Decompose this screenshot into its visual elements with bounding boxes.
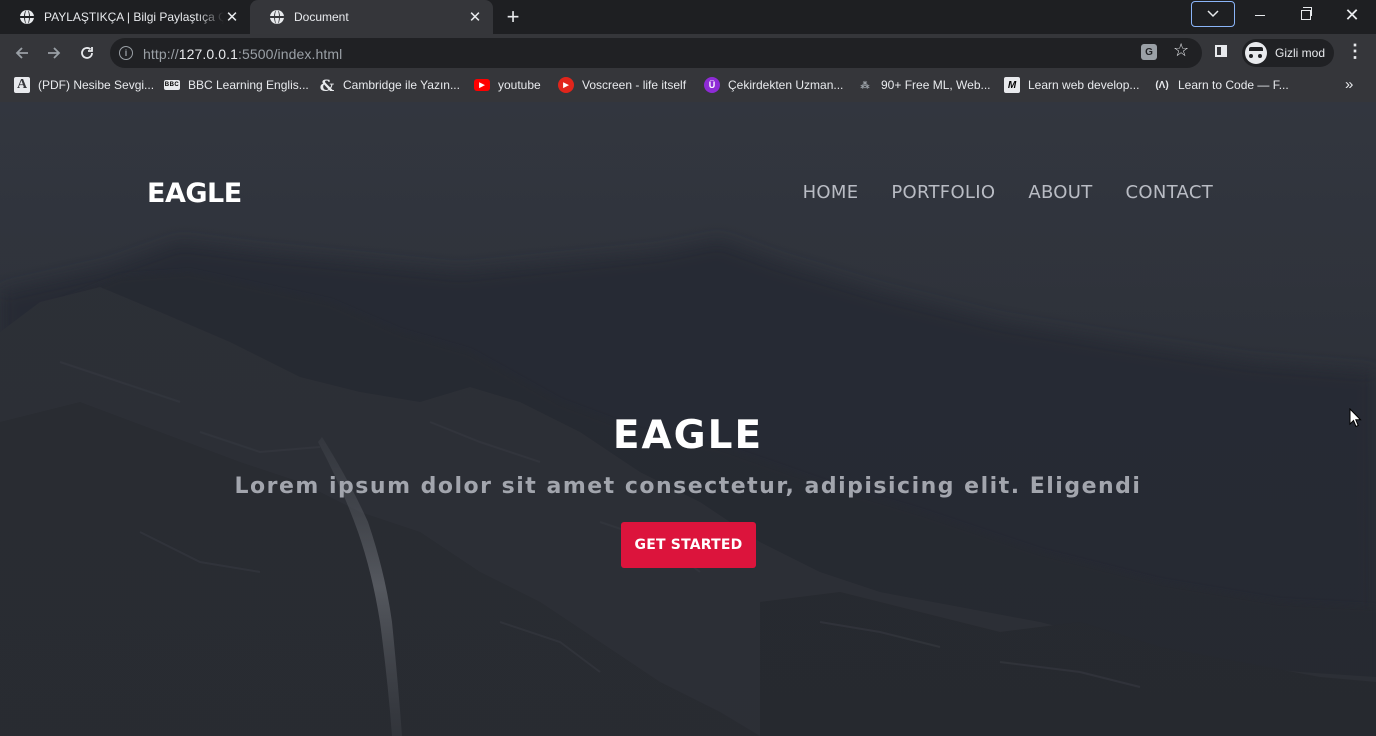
bookmark-item[interactable]: BBC BBC Learning Englis... bbox=[164, 72, 309, 98]
bookmark-item[interactable]: (Λ) Learn to Code — F... bbox=[1154, 72, 1289, 98]
bookmark-label: Learn to Code — F... bbox=[1178, 78, 1289, 92]
browser-toolbar: i http://127.0.0.1:5500/index.html G ☆ G… bbox=[0, 34, 1376, 72]
voscreen-icon: ▶ bbox=[558, 77, 574, 93]
site-logo[interactable]: EAGLE bbox=[147, 178, 242, 209]
incognito-icon bbox=[1245, 42, 1267, 64]
browser-tab-document[interactable]: Document ✕ bbox=[250, 0, 493, 34]
bookmark-label: Voscreen - life itself bbox=[582, 78, 687, 92]
close-tab-icon[interactable]: ✕ bbox=[224, 8, 240, 26]
globe-icon bbox=[270, 10, 284, 24]
minimize-icon bbox=[1255, 14, 1265, 16]
academia-icon: A bbox=[14, 77, 30, 93]
minimize-window-button[interactable] bbox=[1237, 0, 1283, 30]
bookmark-item[interactable]: ⁂ 90+ Free ML, Web... bbox=[857, 72, 991, 98]
incognito-badge[interactable]: Gizli mod bbox=[1242, 39, 1334, 67]
bookmark-star-icon[interactable]: ☆ bbox=[1173, 40, 1189, 61]
freecodecamp-icon: (Λ) bbox=[1155, 79, 1169, 91]
get-started-button[interactable]: GET STARTED bbox=[621, 522, 756, 568]
url-scheme: http:// bbox=[143, 46, 179, 62]
bookmark-label: 90+ Free ML, Web... bbox=[881, 78, 991, 92]
nav-link-about[interactable]: ABOUT bbox=[1028, 182, 1092, 203]
arrow-right-icon bbox=[48, 47, 61, 59]
new-tab-button[interactable]: + bbox=[501, 5, 525, 29]
bookmark-label: (PDF) Nesibe Sevgi... bbox=[38, 78, 155, 92]
bookmark-label: BBC Learning Englis... bbox=[188, 78, 309, 92]
site-info-icon[interactable]: i bbox=[119, 46, 133, 60]
side-panel-icon[interactable] bbox=[1215, 45, 1227, 57]
address-bar[interactable]: i http://127.0.0.1:5500/index.html G ☆ bbox=[110, 38, 1202, 68]
ml-icon: ⁂ bbox=[860, 79, 870, 90]
reload-icon bbox=[81, 47, 93, 59]
close-icon: ✕ bbox=[1344, 4, 1360, 25]
tab-search-button[interactable] bbox=[1191, 1, 1235, 27]
chevron-down-icon bbox=[1207, 10, 1219, 18]
forward-button[interactable] bbox=[40, 39, 68, 67]
bookmark-item[interactable]: A (PDF) Nesibe Sevgi... bbox=[14, 72, 154, 98]
udemy-icon: Ü bbox=[704, 77, 720, 93]
kebab-menu-icon[interactable]: ⋮ bbox=[1346, 41, 1364, 62]
translate-icon[interactable]: G bbox=[1141, 44, 1157, 60]
back-button[interactable] bbox=[8, 39, 36, 67]
bookmark-label: Çekirdekten Uzman... bbox=[728, 78, 844, 92]
site-navigation: HOME PORTFOLIO ABOUT CONTACT bbox=[803, 182, 1213, 203]
close-tab-icon[interactable]: ✕ bbox=[467, 8, 483, 26]
mdn-icon: M bbox=[1004, 77, 1020, 93]
ampersand-icon: & bbox=[319, 75, 335, 95]
bbc-icon: BBC bbox=[164, 80, 180, 90]
nav-link-contact[interactable]: CONTACT bbox=[1126, 182, 1213, 203]
url-text[interactable]: http://127.0.0.1:5500/index.html bbox=[143, 46, 342, 62]
bookmark-label: Learn web develop... bbox=[1028, 78, 1140, 92]
tab-title: PAYLAŞTIKÇA | Bilgi Paylaştıça Ço bbox=[44, 10, 224, 24]
nav-link-home[interactable]: HOME bbox=[803, 182, 859, 203]
bookmarks-bar: A (PDF) Nesibe Sevgi... BBC BBC Learning… bbox=[0, 72, 1376, 102]
url-host: 127.0.0.1 bbox=[178, 46, 239, 62]
close-window-button[interactable]: ✕ bbox=[1329, 0, 1375, 30]
bookmark-item[interactable]: ▶ youtube bbox=[474, 72, 541, 98]
url-path: :5500/index.html bbox=[238, 46, 343, 62]
page-viewport: EAGLE HOME PORTFOLIO ABOUT CONTACT EAGLE… bbox=[0, 102, 1376, 736]
arrow-left-icon bbox=[15, 47, 28, 59]
bookmark-item[interactable]: Ü Çekirdekten Uzman... bbox=[704, 72, 843, 98]
tab-strip: PAYLAŞTIKÇA | Bilgi Paylaştıça Ço ✕ Docu… bbox=[0, 0, 1376, 34]
youtube-icon: ▶ bbox=[474, 79, 490, 91]
tab-title: Document bbox=[294, 10, 349, 24]
bookmark-label: youtube bbox=[498, 78, 541, 92]
bookmark-item[interactable]: M Learn web develop... bbox=[1004, 72, 1139, 98]
bookmark-item[interactable]: & Cambridge ile Yazın... bbox=[319, 72, 460, 98]
hero-subtitle: Lorem ipsum dolor sit amet consectetur, … bbox=[234, 474, 1142, 499]
more-bookmarks-icon[interactable]: » bbox=[1345, 76, 1353, 93]
restore-window-button[interactable] bbox=[1283, 0, 1329, 30]
hero-title: EAGLE bbox=[612, 413, 764, 458]
mouse-cursor-icon bbox=[1349, 408, 1362, 428]
browser-tab-paylastikca[interactable]: PAYLAŞTIKÇA | Bilgi Paylaştıça Ço ✕ bbox=[0, 0, 250, 34]
incognito-label: Gizli mod bbox=[1275, 46, 1326, 60]
globe-icon bbox=[20, 10, 34, 24]
bookmark-item[interactable]: ▶ Voscreen - life itself bbox=[558, 72, 686, 98]
restore-icon bbox=[1301, 7, 1312, 20]
bookmark-label: Cambridge ile Yazın... bbox=[343, 78, 460, 92]
nav-link-portfolio[interactable]: PORTFOLIO bbox=[891, 182, 995, 203]
reload-button[interactable] bbox=[73, 39, 101, 67]
